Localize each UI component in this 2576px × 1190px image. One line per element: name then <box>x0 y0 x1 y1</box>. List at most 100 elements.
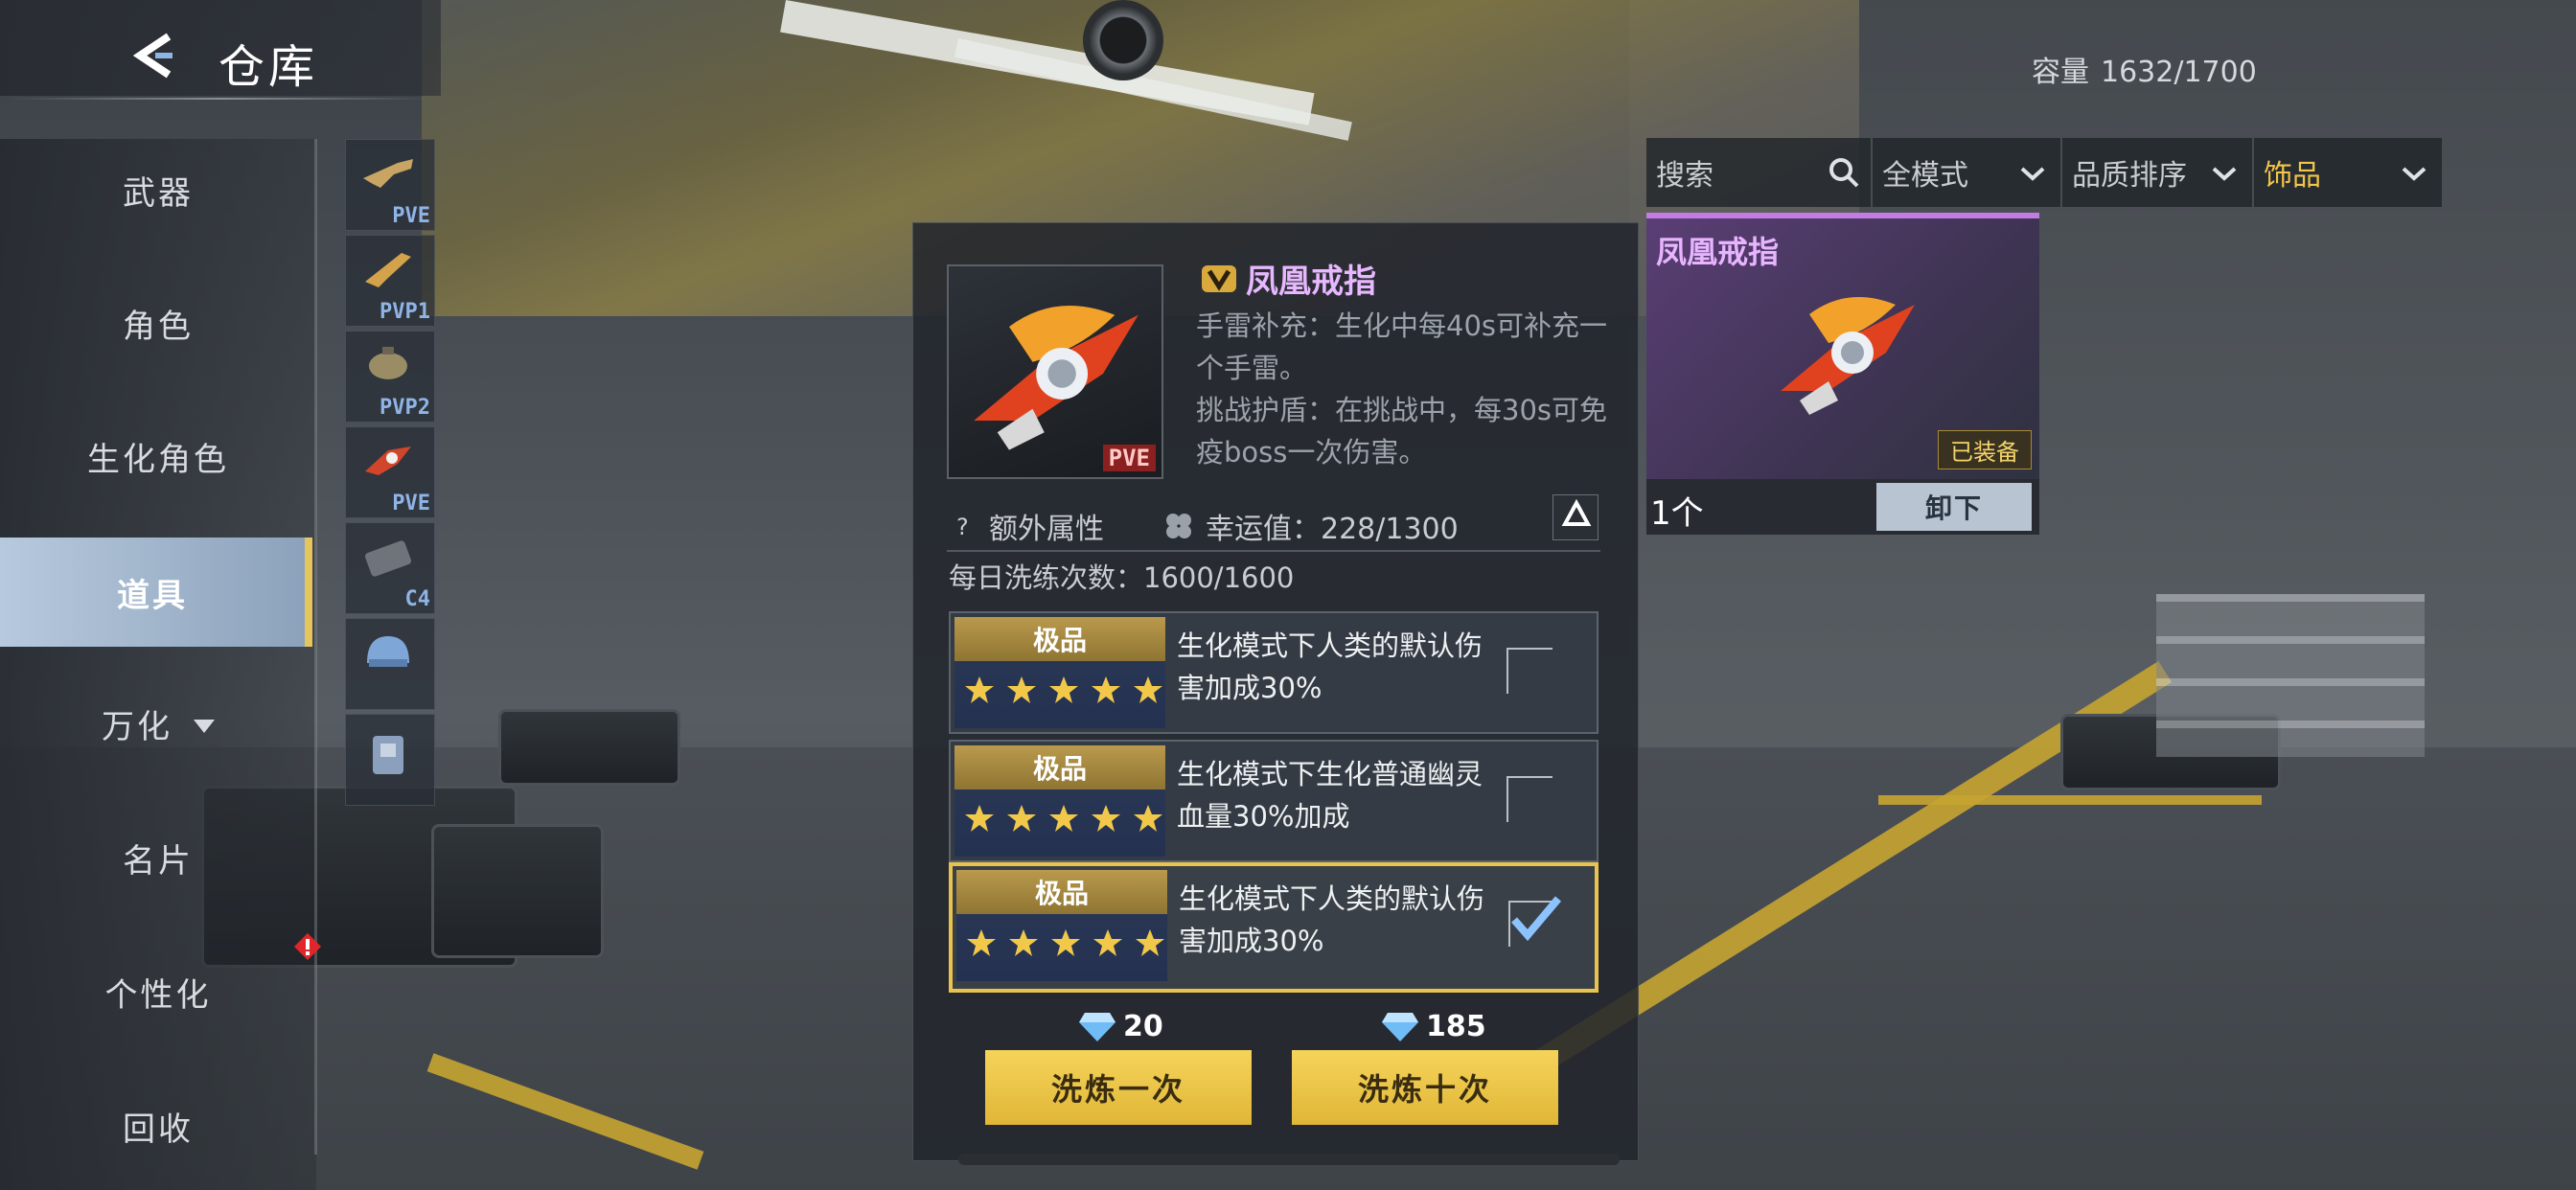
nav-label: 武器 <box>123 173 194 213</box>
refine-ten-cost: 185 <box>1380 1010 1486 1043</box>
star-icon <box>1049 676 1078 703</box>
item-preview: PVE <box>947 264 1163 479</box>
nav-item-wanhua[interactable]: 万化 <box>0 671 316 776</box>
chevron-down-icon <box>2020 167 2045 181</box>
gun-icon <box>363 159 413 188</box>
question-icon[interactable]: ? <box>949 512 978 540</box>
search-input[interactable]: 搜索 <box>1646 138 1873 207</box>
page-title: 仓库 <box>218 40 319 94</box>
card-item-name: 凤凰戒指 <box>1656 234 1780 270</box>
sub-item[interactable] <box>345 618 435 710</box>
sub-item-tag: PVE <box>392 204 430 228</box>
nav-label: 万化 <box>102 707 172 746</box>
star-icon <box>1134 805 1162 832</box>
nav-item-name-card[interactable]: 名片 <box>0 805 316 910</box>
extra-attributes-row: ? 额外属性 幸运值：228/1300 <box>949 504 1600 548</box>
phoenix-ring-icon <box>1781 297 1915 415</box>
nav-item-zombie-roles[interactable]: 生化角色 <box>0 403 316 509</box>
category-value: 饰品 <box>2264 159 2321 193</box>
sub-item[interactable]: C4 <box>345 522 435 614</box>
search-icon[interactable] <box>1827 155 1861 190</box>
refine-ten-button[interactable]: 洗炼十次 <box>1292 1050 1558 1125</box>
star-rating <box>966 927 1165 958</box>
quality-block: 极品 <box>956 870 1167 981</box>
sub-item-tag: C4 <box>404 587 431 611</box>
search-placeholder: 搜索 <box>1656 159 1714 193</box>
diamond-icon <box>1079 1012 1116 1041</box>
star-icon <box>1007 676 1036 703</box>
sub-item[interactable]: PVP2 <box>345 331 435 423</box>
clover-icon <box>1166 514 1191 538</box>
checkmark-icon <box>1510 896 1562 942</box>
capacity-display: 容量 1632/1700 <box>2020 48 2257 90</box>
helmet-icon <box>367 636 409 667</box>
star-icon <box>965 676 994 703</box>
option-checkbox[interactable] <box>1506 648 1552 694</box>
nav-label: 角色 <box>123 307 194 346</box>
nav-item-props[interactable]: 道具 <box>0 538 312 647</box>
gun-icon <box>365 253 411 287</box>
mode-value: 全模式 <box>1882 159 1968 193</box>
star-icon <box>1093 929 1122 956</box>
nav-label: 个性化 <box>104 975 212 1015</box>
vip-v-icon <box>1202 264 1236 292</box>
option-text: 生化模式下人类的默认伤害加成30% <box>1179 882 1485 957</box>
panel-scrollbar[interactable] <box>958 1154 1620 1165</box>
sort-value: 品质排序 <box>2072 159 2187 193</box>
refine-option[interactable]: 极品 生化模式下人类的默认伤害加成30% <box>949 611 1598 734</box>
quality-block: 极品 <box>954 745 1165 857</box>
item-description: 手雷补充：生化中每40s可补充一个手雷。 挑战护盾：在挑战中，每30s可免疫bo… <box>1196 305 1623 473</box>
unequip-button[interactable]: 卸下 <box>1876 483 2032 531</box>
capacity-label: 容量 <box>2032 56 2089 89</box>
phoenix-ring-icon <box>974 305 1138 450</box>
quality-label: 极品 <box>954 745 1165 790</box>
category-select[interactable]: 饰品 <box>2254 138 2442 207</box>
option-checkbox[interactable] <box>1506 776 1552 822</box>
nav-label: 回收 <box>123 1110 194 1149</box>
desc-shield: 挑战护盾：在挑战中，每30s可免疫boss一次伤害。 <box>1196 394 1608 469</box>
sub-item-column: PVE PVP1 PVP2 PVE C4 <box>345 139 435 806</box>
nav-item-recycle[interactable]: 回收 <box>0 1073 316 1179</box>
star-icon <box>1049 805 1078 832</box>
nav-item-personalize[interactable]: 个性化 <box>0 939 316 1044</box>
star-rating <box>964 803 1163 834</box>
sort-select[interactable]: 品质排序 <box>2062 138 2254 207</box>
refine-option-selected[interactable]: 极品 生化模式下人类的默认伤害加成30% <box>949 862 1598 993</box>
sub-item[interactable]: PVE <box>345 139 435 231</box>
star-icon <box>1092 676 1120 703</box>
mode-select[interactable]: 全模式 <box>1873 138 2062 207</box>
pve-tag: PVE <box>1102 445 1156 471</box>
item-card-phoenix-ring[interactable]: 凤凰戒指 已装备 <box>1646 213 2039 479</box>
nav-label: 名片 <box>123 841 194 881</box>
alert-diamond-icon <box>292 931 323 962</box>
refine-option[interactable]: 极品 生化模式下生化普通幽灵血量30%加成 <box>949 740 1598 862</box>
refine-once-button[interactable]: 洗炼一次 <box>985 1050 1252 1125</box>
recycle-icon <box>1561 498 1592 526</box>
dropdown-triangle-icon <box>194 720 215 733</box>
nav-item-roles[interactable]: 角色 <box>0 270 316 376</box>
c4-icon <box>365 540 411 577</box>
item-title: 凤凰戒指 <box>1200 255 1376 302</box>
recycle-button[interactable] <box>1552 494 1598 540</box>
star-icon <box>1136 929 1164 956</box>
option-checkbox-checked[interactable] <box>1508 896 1562 947</box>
nav-item-weapons[interactable]: 武器 <box>0 137 316 242</box>
sub-item-tag: PVP2 <box>380 396 430 420</box>
sub-item[interactable]: PVE <box>345 426 435 518</box>
quality-block: 极品 <box>954 617 1165 728</box>
sub-item[interactable] <box>345 714 435 806</box>
extra-attributes-label: 额外属性 <box>989 513 1104 546</box>
nav-label: 生化角色 <box>87 440 229 479</box>
title-divider <box>10 98 431 100</box>
star-icon <box>1009 929 1038 956</box>
option-text: 生化模式下人类的默认伤害加成30% <box>1177 629 1484 704</box>
star-icon <box>967 929 996 956</box>
item-count: 1个 <box>1650 494 1704 533</box>
sub-item[interactable]: PVP1 <box>345 235 435 327</box>
equipped-badge: 已装备 <box>1938 430 2032 469</box>
diamond-icon <box>1382 1012 1418 1041</box>
back-arrow-icon[interactable] <box>126 29 180 82</box>
nav-label: 道具 <box>117 576 188 615</box>
ring-icon <box>365 446 411 475</box>
capacity-value: 1632/1700 <box>2101 56 2257 89</box>
